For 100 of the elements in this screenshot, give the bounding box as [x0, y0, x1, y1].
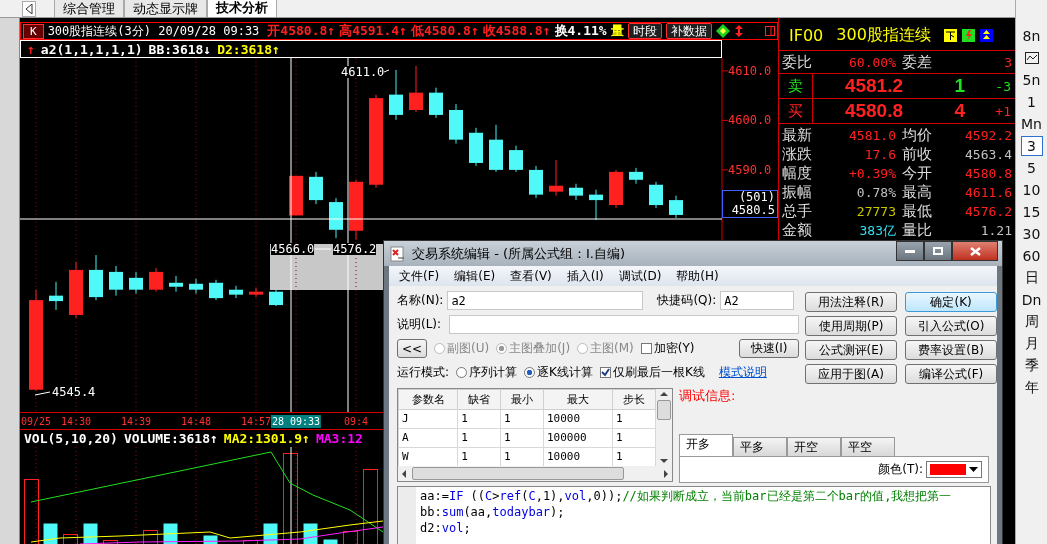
- tab[interactable]: 综合管理: [54, 0, 124, 17]
- stat-value: 4611.6: [964, 185, 1012, 200]
- order-price: 4580.8: [843, 100, 903, 122]
- quick-button[interactable]: 快速(I): [739, 339, 800, 358]
- stat-value: 0.78%: [855, 185, 896, 200]
- signal-tab[interactable]: 开空: [787, 437, 841, 456]
- column-header[interactable]: 最大: [543, 389, 613, 410]
- order-price: 4581.2: [843, 75, 903, 97]
- stat-label: 幅度: [782, 164, 813, 183]
- column-header[interactable]: 缺省: [457, 389, 501, 410]
- period-button[interactable]: 5: [1020, 158, 1043, 178]
- column-header[interactable]: 参数名: [398, 389, 458, 410]
- stat-value: 4592.2: [964, 128, 1012, 143]
- period-button[interactable]: 30: [1020, 224, 1043, 244]
- order-change: +1: [994, 103, 1012, 119]
- table-cell: 100000: [543, 428, 613, 448]
- menu-item[interactable]: 调试(D): [618, 267, 662, 285]
- menu-item[interactable]: 文件(F): [399, 267, 440, 285]
- price-annotation: 4611.0: [341, 66, 385, 78]
- period-button[interactable]: 10: [1020, 180, 1043, 200]
- dialog-title: 交易系统编辑 - (所属公式组：I.自编): [412, 244, 626, 263]
- dialog-button[interactable]: 费率设置(B): [905, 340, 998, 360]
- field-label: 说明(L):: [397, 316, 442, 333]
- order-change: -3: [994, 78, 1012, 94]
- time-axis-label: 14:48: [180, 415, 212, 428]
- dialog-button[interactable]: 确定(K): [905, 292, 998, 312]
- tab[interactable]: 技术分析: [207, 0, 277, 17]
- period-button[interactable]: 8n: [1020, 26, 1043, 46]
- time-axis-label: 14:57: [240, 415, 272, 428]
- checkbox-label: 仅刷最后一根K线: [612, 364, 705, 381]
- collapse-button[interactable]: <<: [397, 339, 427, 358]
- stat-label: 均价: [902, 126, 933, 145]
- dialog-button[interactable]: 编译公式(F): [905, 364, 998, 384]
- quote-value: 换4.11%: [554, 22, 607, 40]
- volume-legend-value: VOL(5,10,20): [24, 431, 118, 446]
- quote-value: 收4588.8↑: [482, 22, 551, 40]
- time-axis-label: 28 09:33: [270, 415, 322, 428]
- table-cell: 1: [612, 409, 656, 429]
- bar-count: (501): [738, 191, 775, 204]
- field-label: 运行模式:: [397, 364, 450, 381]
- chart-title: 300股指连续(3分) 20/09/28 09:33: [47, 22, 260, 40]
- stat-label: 金额: [782, 221, 813, 240]
- price-axis-label: 4600.0: [728, 114, 772, 127]
- name-field[interactable]: a2: [447, 291, 644, 310]
- stat-value: 60.00%: [848, 54, 896, 70]
- field-label: 快捷码(Q):: [657, 292, 717, 309]
- stat-label: 最新: [782, 126, 813, 145]
- period-button[interactable]: Mn: [1020, 114, 1043, 134]
- period-button[interactable]: 季: [1020, 356, 1043, 376]
- signal-tab[interactable]: 平空: [841, 437, 895, 456]
- price-annotation: 4576.2: [333, 243, 377, 255]
- period-button[interactable]: 15: [1020, 202, 1043, 222]
- indicator-value: D2:3618↑: [217, 41, 280, 57]
- menu-item[interactable]: 帮助(H): [676, 267, 719, 285]
- stat-value: +0.39%: [848, 166, 896, 181]
- table-cell: 1: [612, 428, 656, 448]
- period-button[interactable]: 5n: [1020, 70, 1043, 90]
- period-button[interactable]: 60: [1020, 246, 1043, 266]
- stat-value: 4580.8: [964, 166, 1012, 181]
- stat-label: 量比: [902, 221, 933, 240]
- period-button[interactable]: 3: [1020, 136, 1043, 156]
- stat-label: 今开: [902, 164, 933, 183]
- menu-item[interactable]: 编辑(E): [454, 267, 496, 285]
- signal-tab[interactable]: 平多: [733, 437, 787, 456]
- field-label: 颜色(T):: [878, 461, 923, 478]
- dialog-button[interactable]: 用法注释(R): [805, 292, 898, 312]
- dialog-button[interactable]: 引入公式(O): [905, 316, 998, 336]
- code-line: bb:sum(aa,todaybar);: [420, 504, 566, 520]
- column-header[interactable]: 步长: [612, 389, 656, 410]
- period-button[interactable]: 周: [1020, 312, 1043, 332]
- period-button[interactable]: 日: [1020, 268, 1043, 288]
- period-button[interactable]: K: [23, 23, 44, 39]
- menu-item[interactable]: 查看(V): [510, 267, 552, 285]
- tab[interactable]: 动态显示牌: [124, 0, 207, 17]
- code-editor[interactable]: aa:=IF ((C>ref(C,1),vol,0));//如果判断成立，当前bar已经是第二个bar的值,我想把第一 bb:sum(aa,todaybar); d2:vol;: [397, 486, 991, 544]
- volume-legend-value: VOLUME:3618↑: [123, 431, 218, 446]
- signal-tab[interactable]: 开多: [679, 434, 733, 456]
- radio-label: 主图叠加(J): [509, 340, 571, 357]
- quote-value: 量: [610, 22, 624, 40]
- menu-item[interactable]: 插入(I): [566, 267, 604, 285]
- stat-value: 3: [1003, 54, 1012, 70]
- header-button[interactable]: 时段: [627, 23, 662, 39]
- stat-label: 最高: [902, 183, 933, 202]
- stat-value: 17.6: [863, 147, 896, 162]
- column-header[interactable]: 最小: [500, 389, 544, 410]
- period-button[interactable]: 1: [1020, 92, 1043, 112]
- shortcut-field[interactable]: A2: [720, 291, 795, 310]
- dialog-button[interactable]: 使用周期(P): [805, 316, 898, 336]
- period-button[interactable]: Dn: [1020, 290, 1043, 310]
- time-axis-label: 14:39: [120, 415, 152, 428]
- dialog-button[interactable]: 公式测评(E): [805, 340, 898, 360]
- period-button[interactable]: 年: [1020, 378, 1043, 398]
- table-cell: 1: [500, 428, 544, 448]
- mode-help-link[interactable]: 模式说明: [718, 364, 767, 381]
- radio-label: 序列计算: [469, 364, 518, 381]
- table-cell: 1: [457, 409, 501, 429]
- dialog-button[interactable]: 应用于图(A): [805, 364, 898, 384]
- period-button[interactable]: 月: [1020, 334, 1043, 354]
- header-button[interactable]: 补数据: [665, 23, 712, 39]
- order-volume: 4: [953, 100, 965, 122]
